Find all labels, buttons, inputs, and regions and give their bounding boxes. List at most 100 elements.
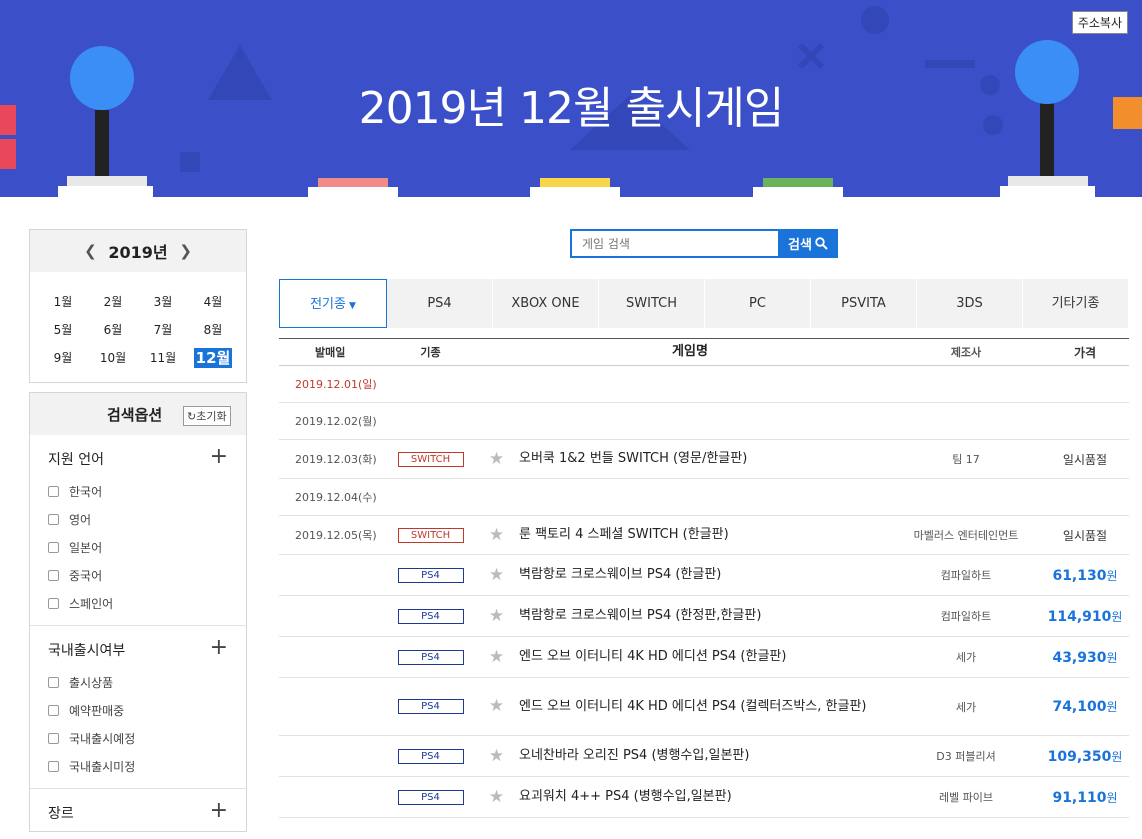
plus-icon[interactable]: + [210, 800, 228, 822]
month-5[interactable]: 5월 [44, 320, 82, 340]
month-6[interactable]: 6월 [94, 320, 132, 340]
star-cell: ★ [474, 747, 519, 765]
date-row: 2019.12.02(월) [279, 403, 1129, 440]
game-title-link[interactable]: 벽람항로 크로스웨이브 PS4 (한글판) [519, 566, 891, 584]
table-header: 발매일 기종 게임명 제조사 가격 [279, 338, 1129, 366]
checkbox[interactable] [48, 485, 59, 497]
star-icon[interactable]: ★ [489, 747, 504, 765]
star-icon[interactable]: ★ [489, 526, 504, 544]
checkbox-option[interactable]: 스페인어 [48, 589, 246, 617]
platform-badge: SWITCH [397, 527, 464, 543]
checkbox-option[interactable]: 영어 [48, 505, 246, 533]
checkbox[interactable] [48, 541, 59, 553]
checkbox[interactable] [48, 732, 59, 744]
game-title-link[interactable]: 엔드 오브 이터니티 4K HD 에디션 PS4 (한글판) [519, 648, 891, 666]
price: 일시품절 [1041, 451, 1129, 468]
checkbox-label: 국내출시예정 [69, 731, 136, 746]
month-11[interactable]: 11월 [144, 348, 182, 368]
checkbox[interactable] [48, 597, 59, 609]
plus-icon[interactable]: + [210, 637, 228, 659]
star-icon[interactable]: ★ [489, 648, 504, 666]
checkbox-label: 예약판매중 [69, 703, 125, 718]
platform-cell: PS4 [387, 567, 474, 583]
prev-year-icon[interactable]: ❮ [82, 243, 98, 259]
star-icon[interactable]: ★ [489, 450, 504, 468]
tab-switch[interactable]: SWITCH [599, 279, 705, 328]
checkbox[interactable] [48, 569, 59, 581]
star-icon[interactable]: ★ [489, 607, 504, 625]
checkbox-option[interactable]: 한국어 [48, 477, 246, 505]
checkbox[interactable] [48, 676, 59, 688]
game-title-link[interactable]: 엔드 오브 이터니티 4K HD 에디션 PS4 (컬렉터즈박스, 한글판) [519, 698, 891, 716]
checkbox[interactable] [48, 760, 59, 772]
month-4[interactable]: 4월 [194, 292, 232, 312]
header-maker: 제조사 [950, 346, 982, 359]
game-title-link[interactable]: 벽람항로 크로스웨이브 PS4 (한정판,한글판) [519, 607, 891, 625]
checkbox-label: 일본어 [69, 540, 103, 555]
tab-xbox-one[interactable]: XBOX ONE [493, 279, 599, 328]
checkbox[interactable] [48, 704, 59, 716]
star-cell: ★ [474, 450, 519, 468]
maker: 컴파일하트 [940, 569, 992, 582]
tab-기타기종[interactable]: 기타기종 [1023, 279, 1129, 328]
month-7[interactable]: 7월 [144, 320, 182, 340]
month-1[interactable]: 1월 [44, 292, 82, 312]
checkbox-option[interactable]: 국내출시예정 [48, 724, 246, 752]
month-8[interactable]: 8월 [194, 320, 232, 340]
plus-icon[interactable]: + [210, 446, 228, 468]
tab-label: PS4 [427, 296, 452, 311]
price-status: 일시품절 [1062, 528, 1108, 543]
tab-ps4[interactable]: PS4 [387, 279, 493, 328]
table-row: PS4 ★ 요괴워치 4++ PS4 (병행수입,일본판) 레벨 파이브 91,110원 [279, 777, 1129, 818]
next-year-icon[interactable]: ❯ [178, 243, 194, 259]
tab-전기종[interactable]: 전기종 ▼ [279, 279, 387, 328]
game-title-link[interactable]: 오버쿡 1&2 번들 SWITCH (영문/한글판) [519, 450, 891, 468]
tab-label: 전기종 [310, 297, 346, 312]
reset-button[interactable]: ↻초기화 [183, 406, 231, 426]
reset-label: 초기화 [196, 411, 227, 423]
month-9[interactable]: 9월 [44, 348, 82, 368]
checkbox-option[interactable]: 일본어 [48, 533, 246, 561]
month-2[interactable]: 2월 [94, 292, 132, 312]
date-row: 2019.12.04(수) [279, 479, 1129, 516]
table-row: PS4 ★ 엔드 오브 이터니티 4K HD 에디션 PS4 (컬렉터즈박스, 한글… [279, 678, 1129, 736]
platform-badge: PS4 [397, 699, 464, 714]
checkbox-option[interactable]: 국내출시미정 [48, 752, 246, 780]
calendar-year: 2019년 [108, 243, 168, 262]
platform-cell: SWITCH [387, 527, 474, 543]
tab-pc[interactable]: PC [705, 279, 811, 328]
price: 61,130원 [1041, 567, 1129, 584]
checkbox[interactable] [48, 513, 59, 525]
star-icon[interactable]: ★ [489, 566, 504, 584]
header-date: 발매일 [315, 346, 346, 359]
maker: 팀 17 [952, 453, 980, 466]
checkbox-option[interactable]: 출시상품 [48, 668, 246, 696]
date-row: 2019.12.01(일) [279, 366, 1129, 403]
tab-3ds[interactable]: 3DS [917, 279, 1023, 328]
release-date: 2019.12.03(화) [295, 453, 377, 466]
game-title-link[interactable]: 요괴워치 4++ PS4 (병행수입,일본판) [519, 788, 891, 806]
checkbox-label: 한국어 [69, 484, 103, 499]
copy-address-button[interactable]: 주소복사 [1071, 11, 1128, 34]
month-10[interactable]: 10월 [94, 348, 132, 368]
search-input[interactable] [570, 229, 778, 258]
star-icon[interactable]: ★ [489, 788, 504, 806]
release-date: 2019.12.05(목) [295, 529, 377, 542]
star-icon[interactable]: ★ [489, 698, 504, 715]
platform-badge: PS4 [397, 748, 464, 764]
search-button-label: 검색 [788, 237, 812, 252]
price: 114,910원 [1041, 608, 1129, 625]
tab-psvita[interactable]: PSVITA [811, 279, 917, 328]
star-cell: ★ [474, 698, 519, 715]
month-12[interactable]: 12월 [194, 348, 232, 368]
game-title-link[interactable]: 오네찬바라 오리진 PS4 (병행수입,일본판) [519, 747, 891, 765]
checkbox-label: 국내출시미정 [69, 759, 136, 774]
search-button[interactable]: 검색 [778, 229, 838, 258]
checkbox-label: 중국어 [69, 568, 103, 583]
month-3[interactable]: 3월 [144, 292, 182, 312]
maker: D3 퍼블리셔 [936, 750, 996, 763]
table-row: 2019.12.03(화) SWITCH ★ 오버쿡 1&2 번들 SWITCH (영… [279, 440, 1129, 479]
checkbox-option[interactable]: 중국어 [48, 561, 246, 589]
game-title-link[interactable]: 룬 팩토리 4 스페셜 SWITCH (한글판) [519, 526, 891, 544]
checkbox-option[interactable]: 예약판매중 [48, 696, 246, 724]
